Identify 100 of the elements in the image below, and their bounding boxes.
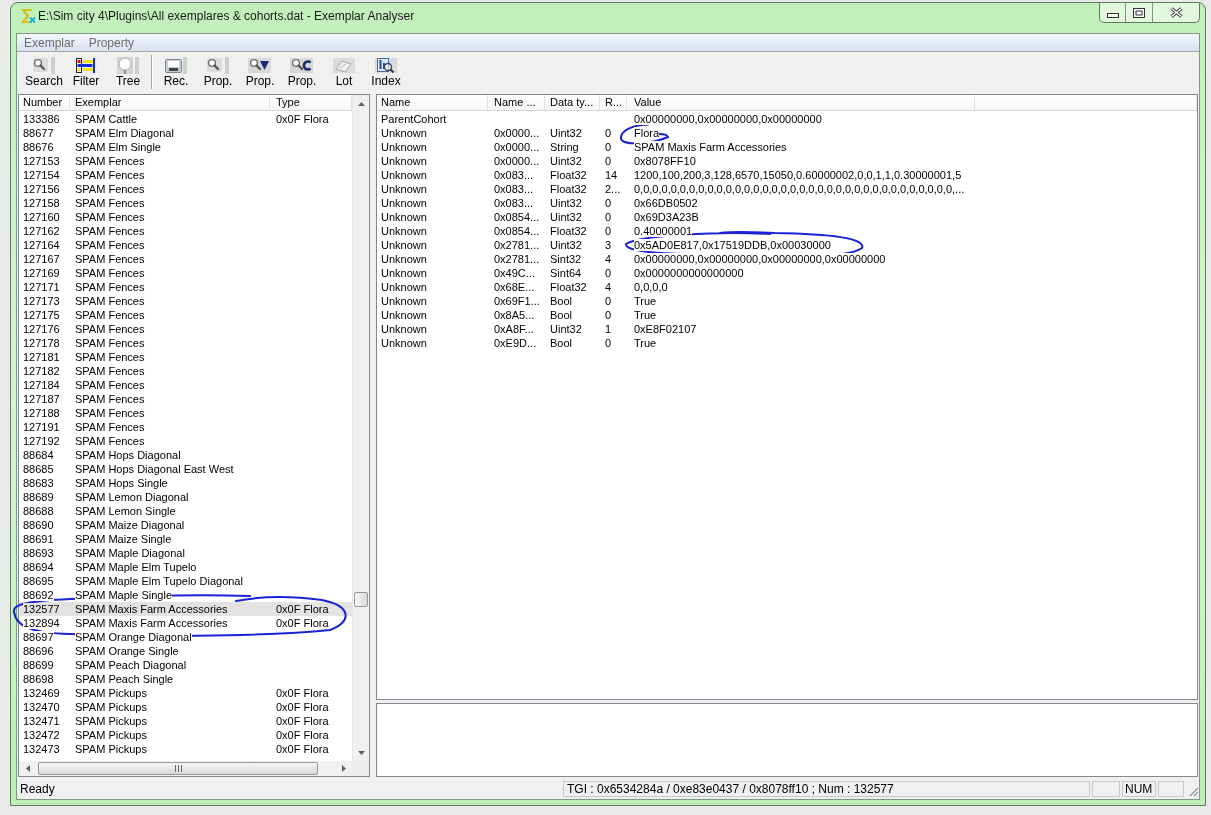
data-type-cell: Uint32 — [550, 211, 582, 223]
toolbar-button[interactable]: Rec. — [155, 52, 197, 92]
number-cell: 88691 — [23, 533, 54, 545]
data-type-cell: Sint32 — [550, 253, 582, 265]
column-header[interactable]: Name ... — [488, 95, 545, 110]
number-cell: 88698 — [23, 673, 54, 685]
count-cell: 0 — [605, 197, 612, 209]
property-name-cell: Unknown — [381, 239, 427, 251]
column-header[interactable]: Exemplar — [70, 95, 270, 110]
type-cell: 0x0F Flora — [276, 715, 329, 727]
menu-item[interactable]: Exemplar — [17, 34, 82, 51]
toolbar-button[interactable]: Tree — [107, 52, 149, 92]
status-panel — [1158, 780, 1184, 797]
property-id-cell: 0x49C... — [494, 267, 535, 279]
column-header[interactable]: Data ty... — [545, 95, 600, 110]
toolbar-button[interactable]: Index — [365, 52, 407, 92]
count-cell: 0 — [605, 141, 612, 153]
value-cell: 0x66DB0502 — [634, 197, 698, 209]
property-name-cell: Unknown — [381, 169, 427, 181]
data-type-cell: Float32 — [550, 225, 587, 237]
value-cell: 0x00000000,0x00000000,0x00000000 — [634, 113, 822, 125]
property-name-cell: Unknown — [381, 197, 427, 209]
property-name-cell: Unknown — [381, 225, 427, 237]
exemplar-cell: SPAM Lemon Diagonal — [75, 491, 189, 503]
data-type-cell: Uint32 — [550, 155, 582, 167]
value-cell: 0x5AD0E817,0x17519DDB,0x00030000 — [634, 239, 831, 251]
number-cell: 88693 — [23, 547, 54, 559]
exemplar-cell: SPAM Maple Elm Tupelo — [75, 561, 197, 573]
toolbar-button[interactable]: Prop. — [281, 52, 323, 92]
exemplar-cell: SPAM Maxis Farm Accessories — [75, 617, 228, 629]
toolbar-button[interactable]: Prop. — [239, 52, 281, 92]
window-title: E:\Sim city 4\Plugins\All exemplares & cohorts.dat - Exemplar Analyser — [38, 8, 415, 24]
data-type-cell: Uint32 — [550, 323, 582, 335]
exemplar-cell: SPAM Peach Single — [75, 673, 174, 685]
property-id-cell: 0x0000... — [494, 155, 540, 167]
property-id-cell: 0x0000... — [494, 127, 540, 139]
data-type-cell: Uint32 — [550, 197, 582, 209]
column-header[interactable]: Name — [377, 95, 488, 110]
search-icon — [206, 57, 230, 74]
type-cell: 0x0F Flora — [276, 687, 329, 699]
property-id-cell: 0x8A5... — [494, 309, 535, 321]
resize-grip-icon — [1187, 785, 1199, 797]
property-name-cell: Unknown — [381, 211, 427, 223]
exemplar-cell: SPAM Fences — [75, 295, 145, 307]
toolbar-button[interactable]: Search — [23, 52, 65, 92]
maximize-icon — [1133, 7, 1145, 18]
value-cell: 0.40000001 — [634, 225, 693, 237]
number-cell: 132469 — [23, 687, 60, 699]
number-cell: 127175 — [23, 309, 60, 321]
exemplar-cell: SPAM Fences — [75, 323, 145, 335]
menu-item[interactable]: Property — [81, 34, 142, 51]
number-cell: 88684 — [23, 449, 54, 461]
number-cell: 127173 — [23, 295, 60, 307]
number-cell: 127191 — [23, 421, 60, 433]
value-cell: 0x8078FF10 — [634, 155, 696, 167]
number-cell: 88685 — [23, 463, 54, 475]
caret-down-icon — [357, 750, 365, 755]
toolbar-button[interactable]: Lot — [323, 52, 365, 92]
value-cell: True — [634, 309, 657, 321]
scrollbar-corner — [352, 761, 369, 776]
property-name-cell: Unknown — [381, 127, 427, 139]
number-cell: 127160 — [23, 211, 60, 223]
data-type-cell: Bool — [550, 295, 573, 307]
horizontal-scrollbar[interactable] — [19, 761, 352, 776]
property-id-cell: 0x2781... — [494, 253, 540, 265]
grip-icon — [174, 765, 182, 772]
property-name-cell: Unknown — [381, 253, 427, 265]
exemplar-cell: SPAM Fences — [75, 239, 145, 251]
value-cell: 0x69D3A23B — [634, 211, 699, 223]
property-name-cell: ParentCohort — [381, 113, 447, 125]
property-id-cell: 0xA8F... — [494, 323, 534, 335]
number-cell: 127162 — [23, 225, 60, 237]
column-header[interactable]: Value — [627, 95, 975, 110]
number-cell: 88697 — [23, 631, 54, 643]
value-cell: 0x0000000000000000 — [634, 267, 744, 279]
exemplar-cell: SPAM Fences — [75, 309, 145, 321]
scrollbar-thumb[interactable] — [354, 592, 368, 607]
exemplar-cell: SPAM Fences — [75, 379, 145, 391]
exemplar-cell: SPAM Fences — [75, 407, 145, 419]
count-cell: 0 — [605, 337, 612, 349]
type-cell: 0x0F Flora — [276, 113, 329, 125]
toolbar-button[interactable]: Filter — [65, 52, 107, 92]
number-cell: 132470 — [23, 701, 60, 713]
number-cell: 127187 — [23, 393, 60, 405]
number-cell: 88699 — [23, 659, 54, 671]
exemplar-cell: SPAM Fences — [75, 267, 145, 279]
vertical-scrollbar[interactable] — [352, 95, 369, 761]
column-header[interactable]: R... — [600, 95, 627, 110]
number-cell: 127169 — [23, 267, 60, 279]
count-cell: 3 — [605, 239, 612, 251]
property-name-cell: Unknown — [381, 323, 427, 335]
type-cell: 0x0F Flora — [276, 729, 329, 741]
column-header[interactable]: Number — [19, 95, 70, 110]
exemplar-cell: SPAM Fences — [75, 225, 145, 237]
scrollbar-thumb[interactable] — [38, 762, 318, 775]
toolbar-button[interactable]: Prop. — [197, 52, 239, 92]
number-cell: 127181 — [23, 351, 60, 363]
value-cell: 0,0,0,0,0,0,0,0,0,0,0,0,0,0,0,0,0,0,0,0,0,0,0,0,0,0,0,0,0,0,0,0,0,0,0,... — [634, 183, 965, 195]
property-name-cell: Unknown — [381, 267, 427, 279]
number-cell: 132577 — [23, 603, 60, 615]
